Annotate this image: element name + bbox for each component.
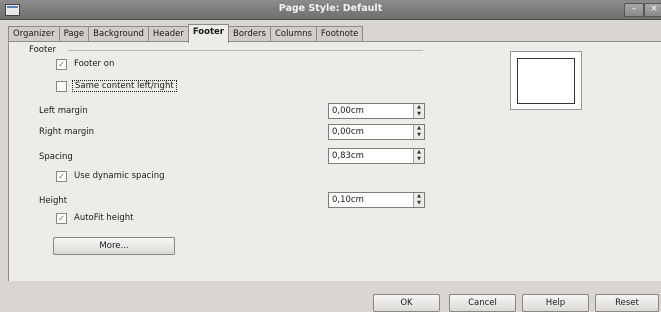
tab-bar: Organizer Page Background Header Footer … [8, 24, 364, 43]
right-margin-value: 0,00cm [332, 127, 364, 137]
spacing-spinner[interactable]: 0,83cm ▲ ▼ [328, 148, 425, 164]
page-preview [510, 51, 582, 110]
height-value: 0,10cm [332, 195, 364, 205]
left-margin-spinner[interactable]: 0,00cm ▲ ▼ [328, 103, 425, 119]
dynamic-spacing-checkbox[interactable]: ✓ [56, 171, 67, 182]
tab-footnote[interactable]: Footnote [315, 26, 364, 42]
tab-borders[interactable]: Borders [228, 26, 271, 42]
spacing-value: 0,83cm [332, 151, 364, 161]
section-divider [68, 50, 423, 51]
right-margin-label: Right margin [39, 127, 95, 137]
spin-arrows-icon[interactable]: ▲ ▼ [413, 149, 424, 163]
preview-page [517, 58, 575, 104]
minimize-icon[interactable]: – [624, 3, 644, 17]
footer-section-label: Footer [29, 45, 57, 55]
footer-on-checkbox[interactable]: ✓ [56, 59, 67, 70]
spin-arrows-icon[interactable]: ▲ ▼ [413, 104, 424, 118]
spin-arrows-icon[interactable]: ▲ ▼ [413, 193, 424, 207]
window-title: Page Style: Default [278, 3, 383, 14]
dynamic-spacing-label: Use dynamic spacing [74, 171, 165, 181]
footer-on-label: Footer on [74, 59, 115, 69]
tab-background[interactable]: Background [88, 26, 149, 42]
help-button[interactable]: Help [522, 294, 589, 312]
tab-header[interactable]: Header [147, 26, 189, 42]
ok-button[interactable]: OK [373, 294, 440, 312]
reset-button[interactable]: Reset [595, 294, 659, 312]
spacing-label: Spacing [39, 152, 73, 162]
same-content-label: Same content left/right [72, 80, 177, 92]
autofit-label: AutoFit height [74, 213, 134, 223]
height-spinner[interactable]: 0,10cm ▲ ▼ [328, 192, 425, 208]
cancel-button[interactable]: Cancel [449, 294, 516, 312]
autofit-checkbox[interactable]: ✓ [56, 213, 67, 224]
left-margin-value: 0,00cm [332, 106, 364, 116]
more-button[interactable]: More... [53, 237, 175, 255]
tab-page[interactable]: Page [58, 26, 90, 42]
close-icon[interactable]: × [644, 3, 661, 17]
title-bar: Page Style: Default – × [0, 0, 661, 20]
right-margin-spinner[interactable]: 0,00cm ▲ ▼ [328, 124, 425, 140]
left-margin-label: Left margin [39, 106, 88, 116]
same-content-checkbox[interactable] [56, 81, 67, 92]
tab-footer[interactable]: Footer [187, 24, 229, 43]
height-label: Height [39, 196, 68, 206]
tab-columns[interactable]: Columns [269, 26, 317, 42]
spin-arrows-icon[interactable]: ▲ ▼ [413, 125, 424, 139]
tab-organizer[interactable]: Organizer [8, 26, 60, 42]
